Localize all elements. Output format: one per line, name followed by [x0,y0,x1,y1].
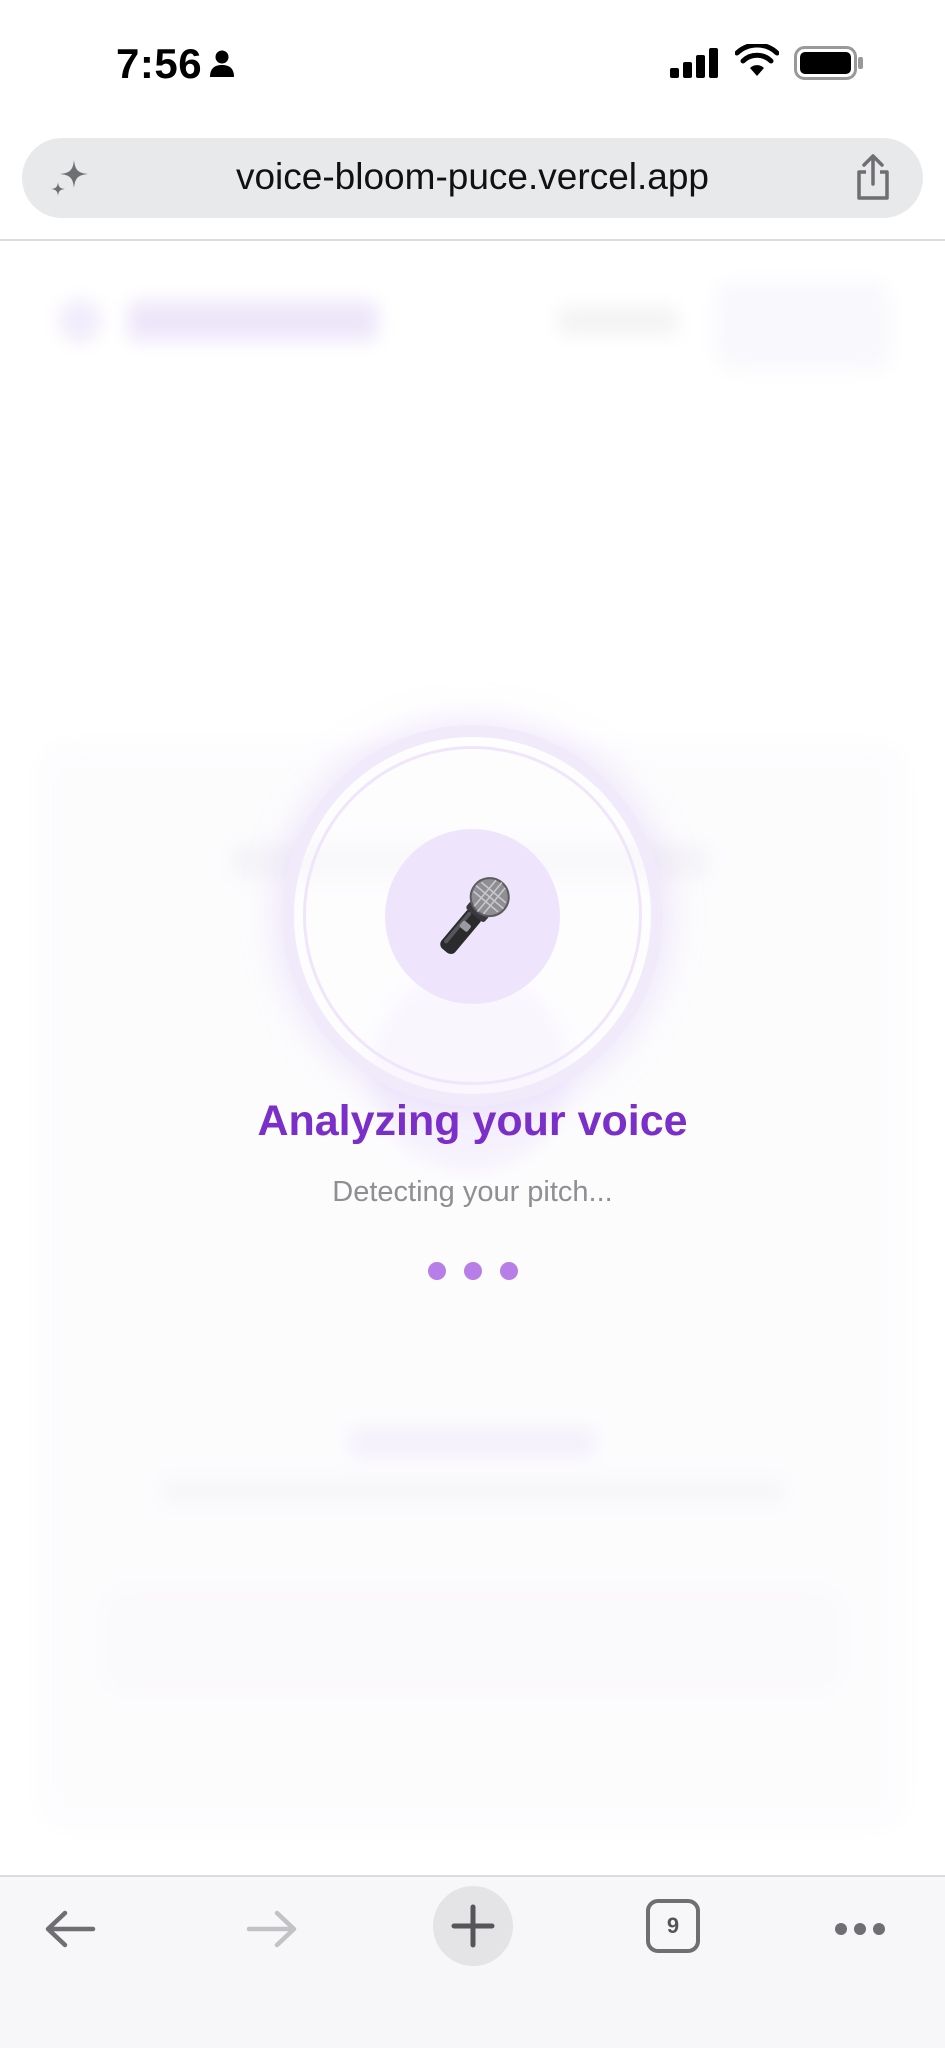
address-bar[interactable]: voice-bloom-puce.vercel.app [22,138,923,218]
tabs-button[interactable]: 9 [646,1899,700,1953]
person-icon [210,50,234,77]
wifi-icon [735,44,779,76]
share-icon[interactable] [853,154,893,202]
plus-icon [451,1904,495,1948]
more-dots-icon [835,1923,885,1935]
cellular-signal-icon [670,48,718,78]
loading-dot [463,1262,482,1280]
analyzing-title: Analyzing your voice [257,1097,688,1145]
tab-count: 9 [666,1913,680,1938]
loading-dot [499,1262,518,1280]
status-time: 7:56 [116,40,203,87]
arrow-right-icon [246,1910,297,1948]
arrow-left-icon [45,1910,96,1948]
back-button[interactable] [38,1897,102,1961]
browser-toolbar: 9 [0,1877,945,2048]
analyzing-subtitle: Detecting your pitch... [332,1176,613,1208]
loading-dot [427,1262,446,1280]
status-bar: 7:56 [0,0,945,128]
microphone-icon [440,877,510,955]
forward-button[interactable] [240,1897,304,1961]
battery-icon [794,46,863,80]
url-text[interactable]: voice-bloom-puce.vercel.app [22,156,923,198]
more-button[interactable] [830,1897,890,1961]
loading-dots [0,1262,945,1280]
new-tab-button[interactable] [433,1886,513,1966]
